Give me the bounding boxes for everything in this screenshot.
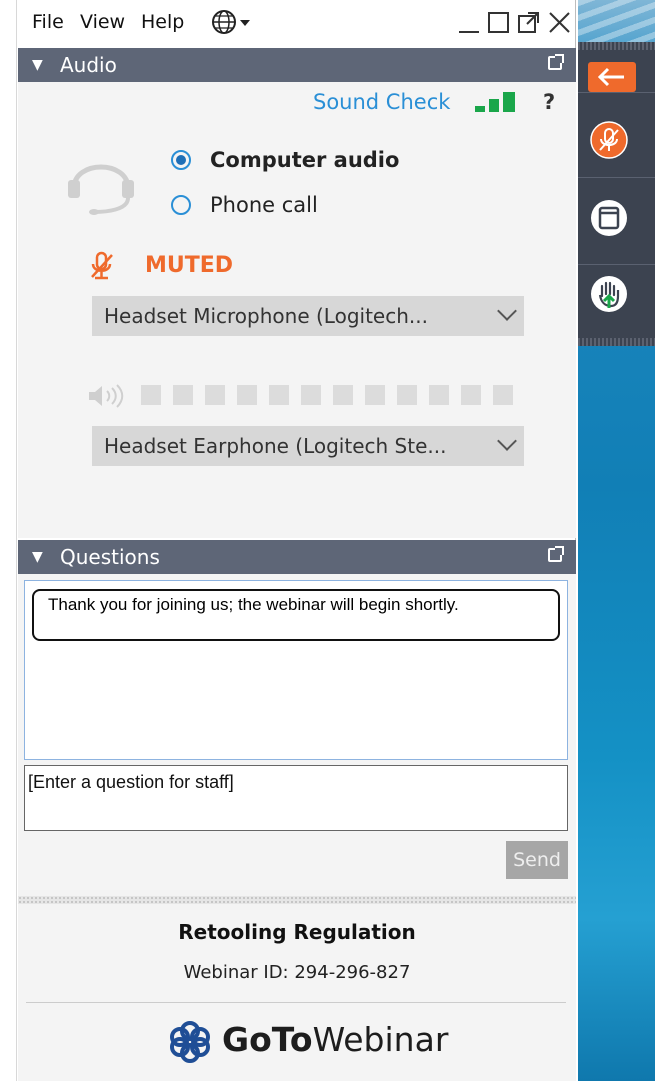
muted-status: MUTED bbox=[145, 253, 234, 278]
organizer-message: Thank you for joining us; the webinar wi… bbox=[32, 589, 560, 641]
resize-grip[interactable] bbox=[18, 896, 576, 904]
logo-webinar: Webinar bbox=[312, 1020, 449, 1059]
level-segment bbox=[205, 385, 225, 405]
level-segment bbox=[365, 385, 385, 405]
level-segment bbox=[333, 385, 353, 405]
send-button[interactable]: Send bbox=[506, 841, 568, 879]
menu-file[interactable]: File bbox=[32, 11, 64, 33]
level-segment bbox=[301, 385, 321, 405]
gotowebinar-logo-icon bbox=[167, 1019, 213, 1069]
audio-help-button[interactable]: ? bbox=[543, 90, 555, 114]
audio-panel-title: Audio bbox=[60, 53, 117, 77]
left-margin bbox=[0, 0, 16, 1081]
question-input[interactable]: [Enter a question for staff] bbox=[24, 765, 568, 831]
computer-audio-radio[interactable] bbox=[171, 150, 191, 170]
popout-panel-icon[interactable] bbox=[548, 54, 564, 70]
muted-microphone-icon[interactable] bbox=[89, 251, 115, 285]
popout-icon[interactable] bbox=[515, 8, 543, 40]
collapse-arrow-icon[interactable] bbox=[588, 62, 636, 96]
level-segment bbox=[397, 385, 417, 405]
logo-goto: GoTo bbox=[222, 1020, 313, 1059]
phone-call-label[interactable]: Phone call bbox=[210, 193, 318, 217]
computer-audio-label[interactable]: Computer audio bbox=[210, 148, 399, 172]
microphone-select[interactable]: Headset Microphone (Logitech... bbox=[92, 296, 524, 336]
questions-panel-header[interactable]: ▼ Questions bbox=[18, 540, 576, 574]
speaker-select-value: Headset Earphone (Logitech Ste... bbox=[104, 434, 447, 458]
level-segment bbox=[173, 385, 193, 405]
menu-help[interactable]: Help bbox=[141, 11, 184, 33]
toolbar-divider bbox=[578, 177, 655, 178]
toolbar-divider bbox=[578, 264, 655, 265]
toolbar-grip-bottom bbox=[578, 338, 655, 346]
microphone-select-value: Headset Microphone (Logitech... bbox=[104, 304, 428, 328]
footer-divider bbox=[26, 1002, 566, 1003]
sound-check-link[interactable]: Sound Check bbox=[313, 90, 450, 114]
level-segment bbox=[461, 385, 481, 405]
gotowebinar-logo-text: GoToWebinar bbox=[222, 1020, 448, 1059]
level-segment bbox=[269, 385, 289, 405]
maximize-icon[interactable] bbox=[485, 8, 513, 40]
level-segment bbox=[237, 385, 257, 405]
webinar-title: Retooling Regulation bbox=[178, 920, 416, 944]
phone-call-radio[interactable] bbox=[171, 195, 191, 215]
toolbar-screen-icon[interactable] bbox=[589, 198, 629, 242]
popout-panel-icon[interactable] bbox=[548, 546, 564, 562]
chevron-down-icon bbox=[497, 301, 517, 321]
close-icon[interactable] bbox=[546, 8, 574, 40]
globe-icon[interactable] bbox=[211, 8, 259, 40]
level-segment bbox=[429, 385, 449, 405]
minimize-icon[interactable] bbox=[455, 8, 483, 40]
webinar-id: Webinar ID: 294-296-827 bbox=[183, 962, 411, 983]
level-segment bbox=[141, 385, 161, 405]
headset-icon bbox=[66, 146, 138, 222]
level-segment bbox=[493, 385, 513, 405]
menu-view[interactable]: View bbox=[80, 11, 125, 33]
questions-panel-title: Questions bbox=[60, 545, 160, 569]
speaker-icon bbox=[86, 383, 126, 413]
toolbar-mute-icon[interactable] bbox=[589, 120, 629, 164]
chevron-down-icon bbox=[497, 431, 517, 451]
signal-strength-icon bbox=[475, 90, 525, 118]
toolbar-grip-top bbox=[578, 42, 655, 50]
collapse-triangle-icon[interactable]: ▼ bbox=[32, 540, 43, 574]
raise-hand-icon[interactable] bbox=[589, 274, 629, 318]
audio-panel-header[interactable]: ▼ Audio bbox=[18, 48, 576, 82]
speaker-select[interactable]: Headset Earphone (Logitech Ste... bbox=[92, 426, 524, 466]
collapse-triangle-icon[interactable]: ▼ bbox=[32, 48, 43, 82]
